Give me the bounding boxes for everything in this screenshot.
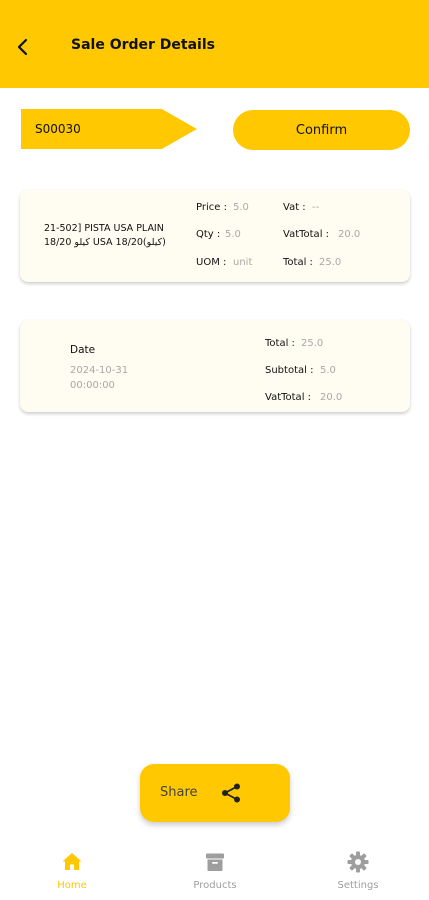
date-label: Date — [70, 344, 96, 356]
uom-value: unit — [233, 257, 253, 268]
app-bar: Sale Order Details — [0, 0, 429, 88]
nav-settings[interactable]: Settings — [308, 850, 408, 898]
summary-total-label: Total : — [265, 338, 295, 349]
order-summary-card: Date 2024-10-31 00:00:00 Total : 25.0 Su… — [20, 320, 410, 412]
summary-vattotal-value: 20.0 — [320, 392, 343, 403]
subtotal-label: Subtotal : — [265, 365, 314, 376]
vat-value: -- — [312, 202, 320, 213]
product-name: 21-502] PISTA USA PLAIN 18/20 كيلو USA 1… — [44, 223, 166, 248]
vattotal-value: 20.0 — [338, 229, 361, 240]
page-title: Sale Order Details — [71, 37, 215, 53]
subtotal-value: 5.0 — [320, 365, 336, 376]
share-icon — [222, 783, 240, 803]
share-label: Share — [160, 785, 198, 800]
time-value: 00:00:00 — [70, 380, 115, 391]
gear-icon — [347, 851, 369, 873]
product-line-card[interactable]: 21-502] PISTA USA PLAIN 18/20 كيلو USA 1… — [20, 190, 410, 282]
nav-settings-label: Settings — [337, 880, 379, 891]
order-number-tag: S00030 — [21, 109, 197, 149]
nav-products[interactable]: Products — [165, 850, 265, 898]
share-button[interactable]: Share — [140, 764, 290, 822]
back-button[interactable] — [10, 34, 36, 60]
order-number: S00030 — [35, 122, 81, 136]
qty-value: 5.0 — [225, 229, 241, 240]
nav-products-label: Products — [193, 880, 237, 891]
vattotal-label: VatTotal : — [283, 229, 330, 240]
price-label: Price : — [196, 202, 227, 213]
qty-label: Qty : — [196, 229, 221, 240]
summary-total-value: 25.0 — [301, 338, 324, 349]
uom-label: UOM : — [196, 257, 227, 268]
confirm-button[interactable]: Confirm — [233, 110, 410, 150]
arrow-back-icon — [17, 38, 28, 56]
bottom-navigation: Home Products Settings — [0, 838, 429, 900]
vat-label: Vat : — [283, 202, 306, 213]
total-label: Total : — [283, 257, 313, 268]
date-value: 2024-10-31 — [70, 365, 129, 376]
summary-vattotal-label: VatTotal : — [265, 392, 312, 403]
price-value: 5.0 — [233, 202, 249, 213]
nav-home[interactable]: Home — [22, 850, 122, 898]
home-icon — [62, 853, 82, 870]
nav-home-label: Home — [57, 880, 87, 891]
archive-box-icon — [206, 853, 224, 871]
total-value: 25.0 — [319, 257, 342, 268]
